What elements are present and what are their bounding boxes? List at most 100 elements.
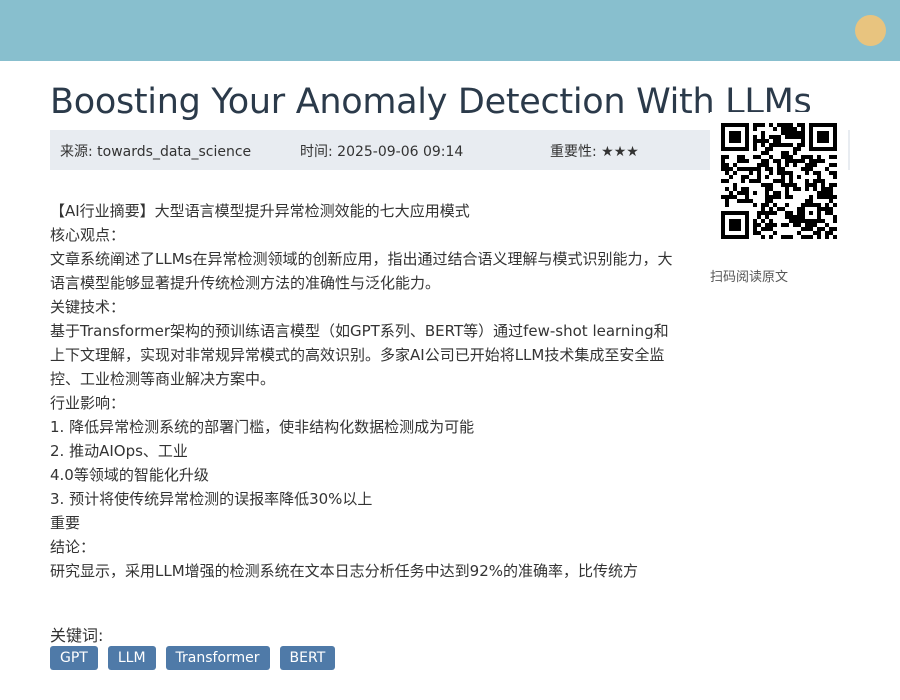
- qr-module: [757, 171, 761, 175]
- qr-module: [777, 163, 781, 167]
- qr-module: [733, 131, 737, 135]
- qr-module: [765, 183, 769, 187]
- conclusion-text: 研究显示，采用LLM增强的检测系统在文本日志分析任务中达到92%的准确率，比传统…: [50, 562, 638, 580]
- qr-module: [809, 183, 813, 187]
- qr-module: [773, 195, 777, 199]
- qr-module: [769, 167, 773, 171]
- meta-source: 来源: towards_data_science: [60, 144, 252, 160]
- qr-module: [769, 227, 773, 231]
- qr-module: [801, 215, 805, 219]
- core-label: 核心观点：: [50, 226, 126, 244]
- qr-module: [829, 123, 833, 127]
- qr-module: [769, 183, 773, 187]
- qr-module: [721, 143, 725, 147]
- keyword-tag[interactable]: GPT: [50, 646, 98, 670]
- qr-module: [801, 211, 805, 215]
- qr-module: [729, 227, 733, 231]
- keyword-tags: GPT LLM Transformer BERT: [50, 646, 336, 670]
- qr-module: [805, 167, 809, 171]
- qr-module: [733, 211, 737, 215]
- keyword-tag[interactable]: LLM: [107, 646, 156, 670]
- conclusion-label: 结论：: [50, 538, 96, 556]
- qr-module: [817, 155, 821, 159]
- qr-module: [813, 203, 817, 207]
- qr-module: [765, 163, 769, 167]
- header-bar: [0, 0, 900, 61]
- qr-module: [729, 135, 733, 139]
- qr-module: [821, 147, 825, 151]
- qr-module: [785, 131, 789, 135]
- qr-module: [825, 139, 829, 143]
- qr-module: [805, 227, 809, 231]
- qr-module: [761, 163, 765, 167]
- qr-module: [789, 155, 793, 159]
- qr-module: [729, 131, 733, 135]
- impact-label: 行业影响：: [50, 394, 126, 412]
- qr-module: [813, 171, 817, 175]
- meta-importance: 重要性: ★★★: [550, 144, 639, 160]
- qr-module: [809, 219, 813, 223]
- qr-module: [785, 123, 789, 127]
- qr-module: [737, 135, 741, 139]
- qr-module: [801, 143, 805, 147]
- qr-module: [777, 207, 781, 211]
- qr-module: [789, 127, 793, 131]
- qr-module: [805, 179, 809, 183]
- qr-module: [757, 123, 761, 127]
- qr-module: [733, 139, 737, 143]
- qr-module: [761, 151, 765, 155]
- qr-module: [761, 227, 765, 231]
- qr-module: [745, 143, 749, 147]
- keyword-tag[interactable]: Transformer: [165, 646, 270, 670]
- qr-module: [725, 211, 729, 215]
- qr-module: [825, 211, 829, 215]
- qr-module: [801, 135, 805, 139]
- qr-module: [789, 179, 793, 183]
- qr-module: [825, 123, 829, 127]
- qr-module: [817, 203, 821, 207]
- qr-module: [809, 123, 813, 127]
- qr-module: [825, 191, 829, 195]
- avatar[interactable]: [855, 15, 886, 46]
- qr-module: [809, 155, 813, 159]
- qr-module: [745, 127, 749, 131]
- qr-module: [737, 227, 741, 231]
- qr-module: [769, 171, 773, 175]
- qr-module: [765, 187, 769, 191]
- qr-module: [781, 155, 785, 159]
- qr-module: [729, 175, 733, 179]
- qr-module: [797, 135, 801, 139]
- qr-module: [801, 207, 805, 211]
- qr-module: [809, 195, 813, 199]
- qr-module: [801, 155, 805, 159]
- qr-module: [753, 143, 757, 147]
- qr-module: [725, 163, 729, 167]
- qr-module: [809, 199, 813, 203]
- qr-module: [793, 151, 797, 155]
- qr-module: [809, 203, 813, 207]
- qr-module: [821, 159, 825, 163]
- qr-module: [729, 139, 733, 143]
- qr-module: [733, 123, 737, 127]
- qr-module: [773, 139, 777, 143]
- meta-time: 时间: 2025-09-06 09:14: [300, 144, 464, 160]
- qr-module: [769, 207, 773, 211]
- qr-module: [785, 195, 789, 199]
- keyword-tag[interactable]: BERT: [279, 646, 336, 670]
- qr-module: [721, 123, 725, 127]
- qr-module: [801, 235, 805, 239]
- qr-module: [789, 183, 793, 187]
- qr-module: [821, 195, 825, 199]
- qr-module: [813, 159, 817, 163]
- qr-module: [777, 179, 781, 183]
- qr-module: [745, 123, 749, 127]
- qr-module: [757, 215, 761, 219]
- qr-module: [785, 143, 789, 147]
- qr-module: [793, 147, 797, 151]
- qr-module: [797, 131, 801, 135]
- qr-module: [769, 135, 773, 139]
- qr-module: [809, 163, 813, 167]
- qr-module: [817, 139, 821, 143]
- qr-module: [817, 235, 821, 239]
- qr-module: [741, 211, 745, 215]
